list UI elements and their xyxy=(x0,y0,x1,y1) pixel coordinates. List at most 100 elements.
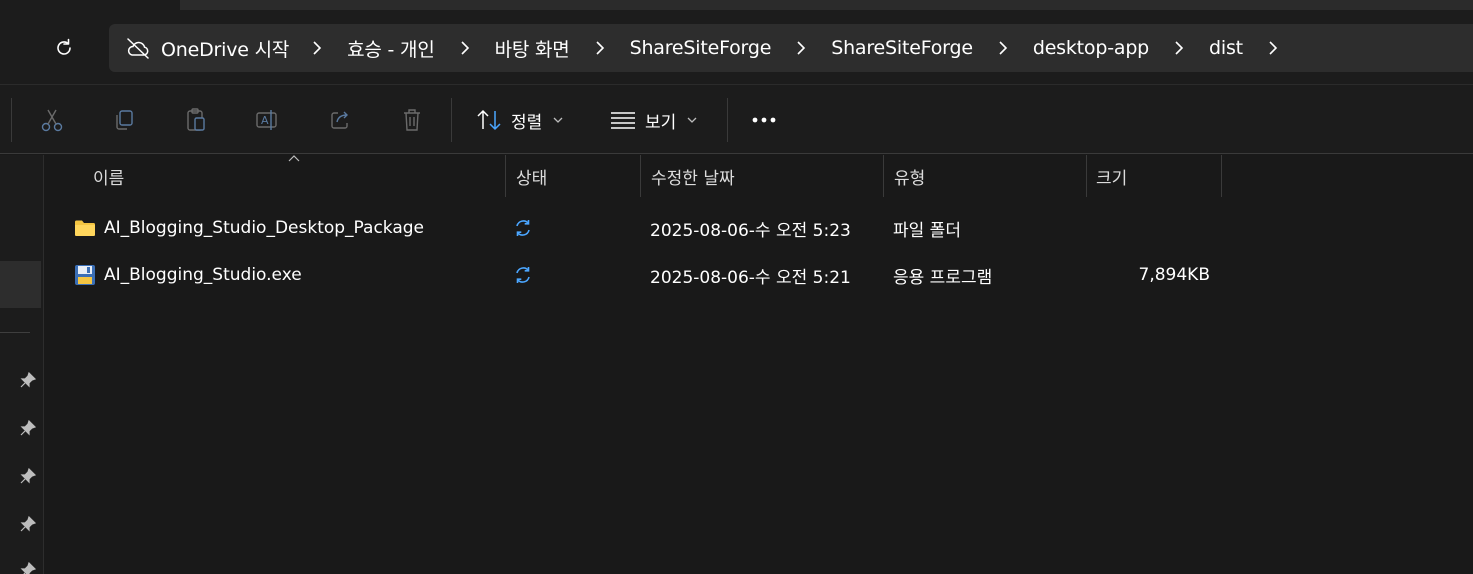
breadcrumb-separator[interactable] xyxy=(299,24,335,72)
chevron-right-icon xyxy=(1175,41,1184,55)
share-icon xyxy=(331,111,348,129)
breadcrumb-label: 효승 - 개인 xyxy=(347,38,435,61)
column-header-label: 크기 xyxy=(1096,168,1128,189)
file-name-cell[interactable]: AI_Blogging_Studio.exe xyxy=(74,253,302,297)
breadcrumb-root-label: OneDrive 시작 xyxy=(161,38,290,61)
more-options-button[interactable] xyxy=(748,104,780,136)
sync-pending-icon xyxy=(516,267,530,283)
cut-button[interactable] xyxy=(36,104,68,136)
modified-date-cell: 2025-08-06-수 오전 5:23 xyxy=(650,220,851,241)
breadcrumb-label: desktop-app xyxy=(1032,37,1150,59)
rename-button[interactable]: A xyxy=(252,104,284,136)
column-header-status[interactable]: 상태 xyxy=(516,155,640,197)
navigation-pane xyxy=(0,155,44,574)
trash-icon xyxy=(404,109,420,131)
chevron-right-icon xyxy=(1269,41,1278,55)
chevron-right-icon xyxy=(999,41,1007,55)
view-button[interactable]: 보기 xyxy=(610,102,697,138)
share-button[interactable] xyxy=(324,104,356,136)
breadcrumb-item[interactable]: dist xyxy=(1197,37,1255,59)
breadcrumb-item[interactable]: 효승 - 개인 xyxy=(335,35,446,62)
tab-edge xyxy=(180,0,1473,10)
toolbar-divider xyxy=(451,98,452,142)
breadcrumb-separator[interactable] xyxy=(447,24,483,72)
sort-arrows-icon xyxy=(477,109,501,131)
refresh-button[interactable] xyxy=(46,32,82,64)
breadcrumb-label: 바탕 화면 xyxy=(494,38,570,61)
column-header-type[interactable]: 유형 xyxy=(894,155,1086,197)
breadcrumb-item[interactable]: ShareSiteForge xyxy=(819,37,985,59)
file-type-cell: 파일 폴더 xyxy=(893,220,961,241)
column-header-label: 유형 xyxy=(894,168,926,189)
chevron-down-icon xyxy=(553,117,563,123)
column-resize-handle[interactable] xyxy=(505,155,506,197)
column-header-name[interactable]: 이름 xyxy=(93,155,505,197)
chevron-right-icon xyxy=(461,41,469,55)
pin-icon[interactable] xyxy=(19,371,37,389)
breadcrumb-item[interactable]: desktop-app xyxy=(1021,37,1161,59)
pin-icon[interactable] xyxy=(19,419,37,437)
modified-date-cell: 2025-08-06-수 오전 5:21 xyxy=(650,267,851,288)
svg-text:A: A xyxy=(261,114,269,127)
ellipsis-icon xyxy=(752,117,776,123)
refresh-icon xyxy=(57,38,71,55)
breadcrumb-item[interactable]: ShareSiteForge xyxy=(618,37,784,59)
column-resize-handle[interactable] xyxy=(1221,155,1222,197)
breadcrumb-separator[interactable] xyxy=(783,24,819,72)
view-label: 보기 xyxy=(645,112,677,133)
file-explorer-window: OneDrive 시작 효승 - 개인 바탕 화면 ShareSiteForge… xyxy=(0,0,1473,574)
command-bar: A 정렬 보기 xyxy=(0,84,1473,154)
sync-status-cell xyxy=(513,253,533,297)
folder-icon xyxy=(74,218,96,238)
breadcrumb-item[interactable]: 바탕 화면 xyxy=(483,35,582,62)
breadcrumb-separator[interactable] xyxy=(985,24,1021,72)
scissors-icon xyxy=(41,109,63,132)
column-header-label: 상태 xyxy=(516,168,548,189)
pin-icon[interactable] xyxy=(19,515,37,533)
chevron-down-icon xyxy=(687,117,697,123)
cloud-offline-icon xyxy=(127,38,149,59)
chevron-right-icon xyxy=(596,41,604,55)
exe-file-icon xyxy=(74,265,96,285)
file-name: AI_Blogging_Studio.exe xyxy=(104,265,302,285)
column-resize-handle[interactable] xyxy=(640,155,641,197)
sync-status-cell xyxy=(513,206,533,250)
nav-item-selected[interactable] xyxy=(0,261,41,308)
column-resize-handle[interactable] xyxy=(883,155,884,197)
pin-icon[interactable] xyxy=(19,467,37,485)
toolbar-divider xyxy=(11,98,12,142)
address-bar[interactable]: OneDrive 시작 효승 - 개인 바탕 화면 ShareSiteForge… xyxy=(109,24,1473,72)
tab-strip xyxy=(0,0,1473,12)
breadcrumb-separator[interactable] xyxy=(1255,24,1291,72)
file-size-cell xyxy=(1096,206,1210,250)
address-row: OneDrive 시작 효승 - 개인 바탕 화면 ShareSiteForge… xyxy=(0,12,1473,84)
file-size-cell: 7,894KB xyxy=(1138,265,1210,285)
column-header-size[interactable]: 크기 xyxy=(1096,155,1221,197)
column-header-modified[interactable]: 수정한 날짜 xyxy=(651,155,883,197)
column-resize-handle[interactable] xyxy=(1086,155,1087,197)
breadcrumb-separator[interactable] xyxy=(1161,24,1197,72)
file-name-cell[interactable]: AI_Blogging_Studio_Desktop_Package xyxy=(74,206,424,250)
delete-button[interactable] xyxy=(396,104,428,136)
chevron-right-icon xyxy=(797,41,806,55)
pin-icon[interactable] xyxy=(19,561,37,574)
toolbar-divider xyxy=(727,98,728,142)
sort-label: 정렬 xyxy=(511,112,543,133)
file-name: AI_Blogging_Studio_Desktop_Package xyxy=(104,218,425,238)
breadcrumb-label: dist xyxy=(1209,37,1243,59)
paste-button[interactable] xyxy=(180,104,212,136)
clipboard-icon xyxy=(187,108,205,131)
copy-icon xyxy=(116,110,133,130)
table-row[interactable]: AI_Blogging_Studio.exe 2025-08-06-수 오전 5… xyxy=(45,253,1473,297)
copy-button[interactable] xyxy=(108,104,140,136)
view-list-icon xyxy=(611,112,635,129)
sort-button[interactable]: 정렬 xyxy=(476,102,563,138)
column-header-label: 이름 xyxy=(93,168,125,189)
breadcrumb-separator[interactable] xyxy=(582,24,618,72)
file-list: 이름 상태 수정한 날짜 유형 크기 AI_Blogging_Studio_De… xyxy=(45,155,1473,574)
chevron-right-icon xyxy=(313,41,322,55)
rename-icon: A xyxy=(256,110,277,130)
table-row[interactable]: AI_Blogging_Studio_Desktop_Package 2025-… xyxy=(45,206,1473,250)
breadcrumb-onedrive[interactable]: OneDrive 시작 xyxy=(125,35,289,62)
sync-pending-icon xyxy=(516,220,530,236)
